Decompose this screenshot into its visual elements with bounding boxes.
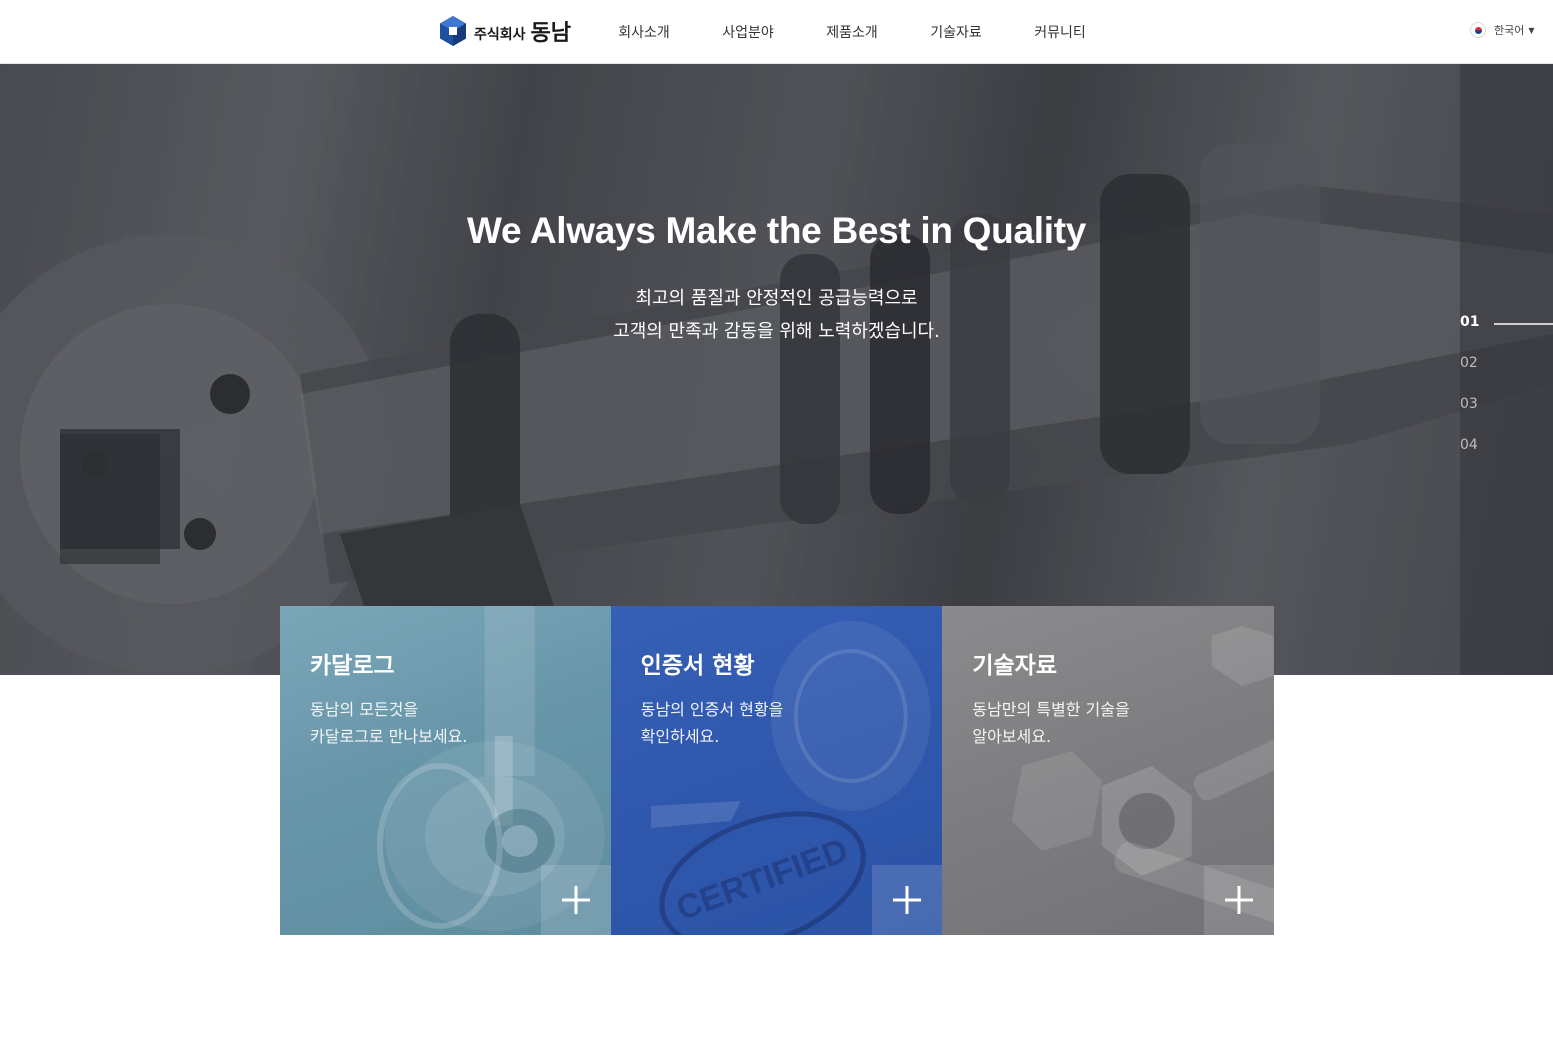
hero-subtitle: 최고의 품질과 안정적인 공급능력으로 고객의 만족과 감동을 위해 노력하겠습… (0, 282, 1553, 348)
caret-down-icon: ▼ (1528, 25, 1535, 35)
card-certificates-title: 인증서 현황 (640, 653, 755, 679)
logo-company-name: 동남 (530, 21, 572, 46)
hero-dark-overlay (0, 64, 1553, 675)
card-certificates[interactable]: CERTIFIED 인증서 현황 동남의 인증서 현황을 확인하세요. (610, 606, 943, 935)
plus-icon (561, 886, 590, 914)
card-technical-data-title: 기술자료 (972, 653, 1057, 679)
site-logo[interactable]: 주식회사 동남 (438, 14, 571, 48)
slide-pager-item-04[interactable]: 04 (1460, 437, 1479, 478)
nav-item-community[interactable]: 커뮤니티 (1008, 0, 1112, 64)
slide-pager-item-02[interactable]: 02 (1460, 355, 1479, 396)
quick-link-cards: 카달로그 동남의 모든것을 카달로그로 만나보세요. CERTIFIED 인증서… (280, 606, 1275, 935)
card-certificates-more-button[interactable] (872, 865, 943, 935)
site-header: 주식회사 동남 회사소개 사업분야 제품소개 기술자료 커뮤니티 한국어 ▼ (0, 0, 1553, 64)
hero-subtitle-line-1: 최고의 품질과 안정적인 공급능력으로 (635, 288, 918, 309)
slide-pager-active-indicator (1494, 323, 1553, 325)
main-nav: 회사소개 사업분야 제품소개 기술자료 커뮤니티 (592, 0, 1112, 64)
slide-pager: 01 02 03 04 (1460, 314, 1479, 478)
plus-icon (1225, 886, 1254, 914)
card-technical-data-more-button[interactable] (1204, 865, 1275, 935)
card-technical-data-description: 동남만의 특별한 기술을 알아보세요. (972, 700, 1130, 746)
korea-flag-icon (1470, 22, 1486, 38)
plus-icon (893, 886, 922, 914)
hero-banner: We Always Make the Best in Quality 최고의 품… (0, 64, 1553, 675)
card-catalog-title: 카달로그 (310, 653, 395, 679)
language-selector[interactable]: 한국어 ▼ (1470, 22, 1535, 38)
nav-item-products[interactable]: 제품소개 (800, 0, 904, 64)
slide-pager-item-03[interactable]: 03 (1460, 396, 1479, 437)
nav-item-company[interactable]: 회사소개 (592, 0, 696, 64)
nav-item-tech-data[interactable]: 기술자료 (904, 0, 1008, 64)
hero-subtitle-line-2: 고객의 만족과 감동을 위해 노력하겠습니다. (613, 321, 940, 342)
card-certificates-description: 동남의 인증서 현황을 확인하세요. (640, 700, 784, 746)
card-catalog-more-button[interactable] (540, 865, 611, 935)
card-technical-data[interactable]: 기술자료 동남만의 특별한 기술을 알아보세요. (942, 606, 1275, 935)
hexagon-logo-icon (440, 16, 466, 46)
logo-company-prefix: 주식회사 (474, 26, 526, 43)
card-catalog-description: 동남의 모든것을 카달로그로 만나보세요. (310, 700, 468, 746)
nav-item-business[interactable]: 사업분야 (696, 0, 800, 64)
language-label: 한국어 (1494, 24, 1525, 37)
hero-title: We Always Make the Best in Quality (467, 210, 1086, 251)
card-catalog[interactable]: 카달로그 동남의 모든것을 카달로그로 만나보세요. (280, 606, 611, 935)
slide-pager-item-01[interactable]: 01 (1460, 314, 1479, 355)
